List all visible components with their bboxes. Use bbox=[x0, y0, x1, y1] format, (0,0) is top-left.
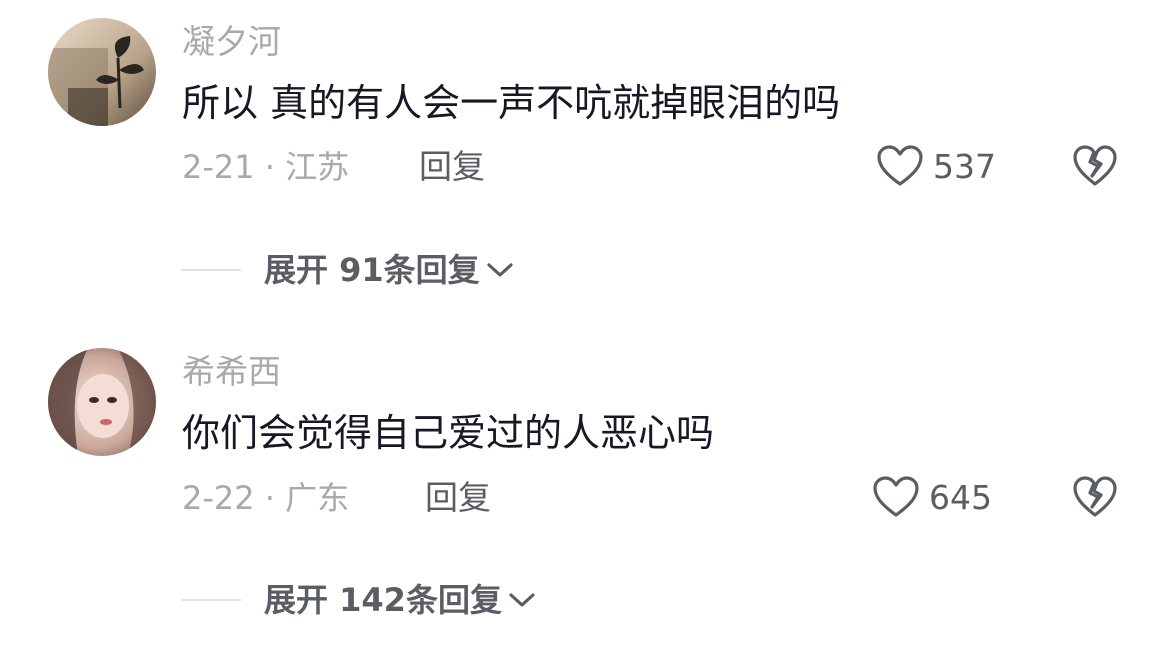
comment-meta: 2-22 · 广东 bbox=[182, 479, 350, 517]
like-count: 645 bbox=[929, 478, 992, 517]
avatar[interactable] bbox=[48, 348, 156, 456]
heart-icon[interactable] bbox=[872, 475, 920, 519]
heart-icon[interactable] bbox=[876, 144, 924, 188]
comment-meta: 2-21 · 江苏 bbox=[182, 148, 350, 186]
portrait-avatar-icon bbox=[48, 348, 156, 456]
divider bbox=[181, 269, 241, 271]
avatar[interactable] bbox=[48, 18, 156, 126]
reply-button[interactable]: 回复 bbox=[425, 478, 491, 518]
expand-label: 展开 142条回复 bbox=[264, 581, 502, 619]
comment-text: 你们会觉得自己爱过的人恶心吗 bbox=[182, 411, 715, 455]
expand-label: 展开 91条回复 bbox=[264, 251, 480, 289]
username[interactable]: 凝夕河 bbox=[182, 22, 281, 62]
expand-replies-button[interactable]: 展开 91条回复 bbox=[264, 250, 514, 290]
broken-heart-icon[interactable] bbox=[1072, 475, 1118, 519]
comment-text: 所以 真的有人会一声不吭就掉眼泪的吗 bbox=[182, 81, 841, 125]
reply-button[interactable]: 回复 bbox=[419, 147, 485, 187]
expand-replies-button[interactable]: 展开 142条回复 bbox=[264, 580, 536, 620]
chevron-down-icon bbox=[487, 263, 513, 277]
plant-silhouette-avatar-icon bbox=[48, 18, 156, 126]
divider bbox=[181, 599, 241, 601]
chevron-down-icon bbox=[509, 593, 535, 607]
username[interactable]: 希希西 bbox=[182, 352, 281, 392]
like-count: 537 bbox=[933, 147, 996, 186]
broken-heart-icon[interactable] bbox=[1072, 144, 1118, 188]
